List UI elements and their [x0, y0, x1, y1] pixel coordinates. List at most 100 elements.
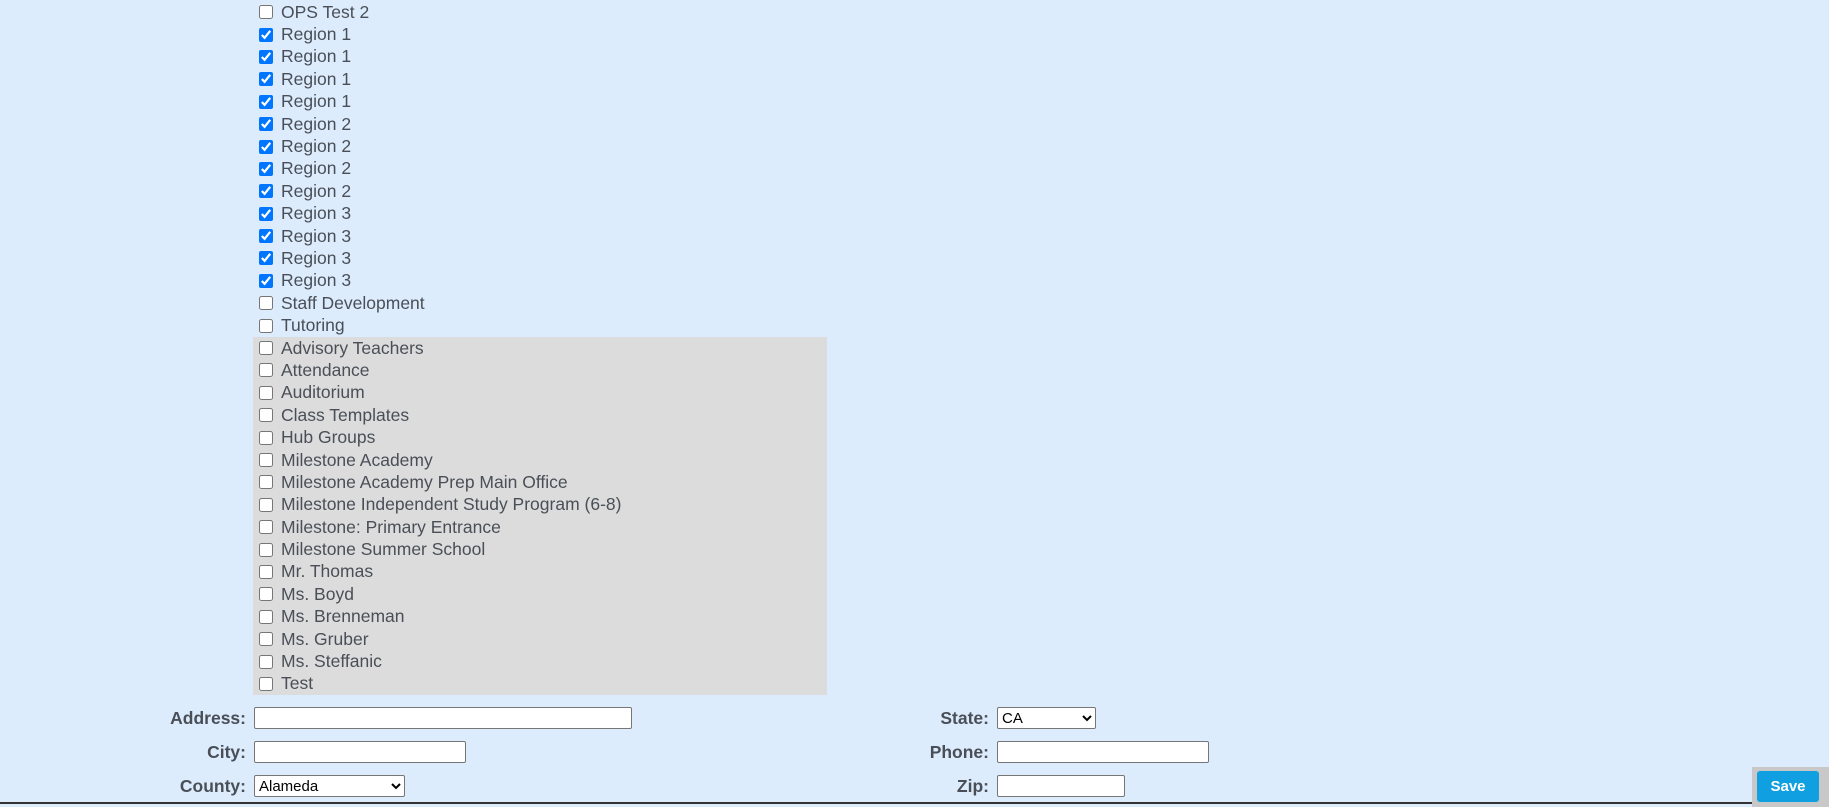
checklist-item[interactable]: Region 3	[253, 270, 827, 292]
county-label: County:	[179, 775, 246, 796]
checklist-item-label: Region 3	[281, 203, 352, 224]
checklist-item-label: Milestone: Primary Entrance	[281, 516, 501, 537]
checklist-checkbox[interactable]	[259, 184, 273, 199]
zip-label: Zip:	[956, 775, 989, 796]
checklist-checkbox[interactable]	[259, 251, 273, 266]
checklist-checkbox[interactable]	[259, 520, 273, 535]
checklist-item-label: Auditorium	[281, 382, 365, 403]
checklist-checkbox[interactable]	[259, 273, 273, 288]
checklist-item[interactable]: Region 3	[253, 203, 827, 225]
checklist-item[interactable]: Ms. Gruber	[253, 627, 827, 651]
checklist-item-label: Milestone Summer School	[281, 539, 486, 560]
checklist-checkbox[interactable]	[259, 497, 273, 512]
checklist-checkbox[interactable]	[259, 5, 273, 20]
checklist-checkbox[interactable]	[259, 161, 273, 176]
checklist-item-label: Milestone Academy	[281, 449, 433, 470]
checklist-item-label: Test	[281, 673, 314, 694]
checklist-item-label: Attendance	[281, 359, 370, 380]
checklist-item-label: Ms. Gruber	[281, 628, 369, 649]
checklist-item-label: Region 1	[281, 24, 352, 45]
phone-input[interactable]	[997, 741, 1209, 763]
address-input[interactable]	[254, 707, 632, 729]
checklist-item-label: Milestone Academy Prep Main Office	[281, 471, 568, 492]
checklist-item-label: Region 2	[281, 136, 352, 157]
checklist-checkbox[interactable]	[259, 430, 273, 445]
checklist-item-label: Class Templates	[281, 404, 410, 425]
checklist-item[interactable]: OPS Test 2	[253, 1, 827, 23]
checklist-item[interactable]: Region 1	[253, 68, 827, 90]
checklist-item[interactable]: Tutoring	[253, 314, 827, 336]
checklist-checkbox[interactable]	[259, 117, 273, 132]
checklist-item-label: Ms. Boyd	[281, 583, 354, 604]
checklist-checkbox[interactable]	[259, 564, 273, 579]
checklist-checkbox[interactable]	[259, 587, 273, 602]
group-checklist: OPS Test 2 Region 1 Region 1 Region 1 Region…	[253, 1, 827, 696]
checklist-item[interactable]: Hub Groups	[253, 426, 827, 449]
checklist-item[interactable]: Ms. Brenneman	[253, 605, 827, 628]
checklist-item-label: Region 2	[281, 158, 352, 179]
checklist-item-label: Region 1	[281, 46, 352, 67]
checklist-item-label: Region 2	[281, 113, 352, 134]
address-label: Address:	[170, 707, 246, 728]
checklist-item[interactable]: Region 1	[253, 91, 827, 113]
checklist-checkbox[interactable]	[259, 475, 273, 490]
city-input[interactable]	[254, 741, 466, 763]
checklist-checkbox[interactable]	[259, 453, 273, 467]
checklist-item[interactable]: Region 2	[253, 135, 827, 157]
checklist-checkbox[interactable]	[259, 206, 273, 221]
checklist-checkbox[interactable]	[259, 363, 273, 378]
checklist-checkbox[interactable]	[259, 676, 273, 691]
phone-row: Phone:	[900, 737, 1209, 767]
checklist-item[interactable]: Region 1	[253, 23, 827, 45]
checklist-item[interactable]: Milestone Summer School	[253, 538, 827, 561]
checklist-item[interactable]: Milestone Independent Study Program (6-8…	[253, 493, 827, 516]
checklist-checkbox[interactable]	[259, 318, 273, 333]
checklist-checkbox[interactable]	[259, 139, 273, 154]
checklist-item[interactable]: Class Templates	[253, 404, 827, 427]
checklist-checkbox[interactable]	[259, 632, 273, 647]
checklist-item[interactable]: Mr. Thomas	[253, 560, 827, 584]
zip-row: Zip:	[900, 771, 1125, 801]
state-select[interactable]: CA	[997, 707, 1096, 729]
city-row: City:	[160, 737, 466, 767]
checklist-item[interactable]: Region 3	[253, 225, 827, 247]
checklist-item[interactable]: Auditorium	[253, 381, 827, 405]
checklist-item[interactable]: Test	[253, 672, 827, 696]
checklist-checkbox[interactable]	[259, 49, 273, 64]
checklist-item[interactable]: Advisory Teachers	[253, 336, 827, 360]
save-button[interactable]: Save	[1757, 771, 1819, 802]
checklist-item-label: OPS Test 2	[281, 1, 370, 22]
checklist-checkbox[interactable]	[259, 72, 273, 87]
checklist-checkbox[interactable]	[259, 609, 273, 624]
checklist-checkbox[interactable]	[259, 542, 273, 557]
state-row: State: CA	[900, 703, 1096, 733]
checklist-item-label: Region 3	[281, 247, 352, 268]
checklist-item-label: Region 2	[281, 180, 352, 201]
checklist-checkbox[interactable]	[259, 94, 273, 109]
checklist-item[interactable]: Region 2	[253, 158, 827, 180]
checklist-checkbox[interactable]	[259, 385, 273, 400]
checklist-item[interactable]: Region 2	[253, 180, 827, 202]
checklist-checkbox[interactable]	[259, 229, 273, 244]
checklist-item[interactable]: Milestone: Primary Entrance	[253, 515, 827, 539]
checklist-item[interactable]: Region 3	[253, 247, 827, 269]
checklist-item-label: Region 3	[281, 225, 352, 246]
address-row: Address:	[160, 703, 632, 733]
checklist-item[interactable]: Region 2	[253, 113, 827, 135]
checklist-item[interactable]: Region 1	[253, 46, 827, 68]
checklist-checkbox[interactable]	[259, 341, 273, 356]
checklist-item-label: Staff Development	[281, 292, 425, 313]
checklist-item[interactable]: Milestone Academy	[253, 448, 827, 472]
checklist-checkbox[interactable]	[259, 296, 273, 311]
checklist-item[interactable]: Staff Development	[253, 292, 827, 314]
checklist-item[interactable]: Ms. Boyd	[253, 583, 827, 606]
checklist-checkbox[interactable]	[259, 654, 273, 669]
checklist-item[interactable]: Ms. Steffanic	[253, 650, 827, 673]
checklist-checkbox[interactable]	[259, 408, 273, 423]
zip-input[interactable]	[997, 775, 1125, 797]
county-select[interactable]: Alameda	[254, 775, 405, 797]
checklist-checkbox[interactable]	[259, 27, 273, 42]
save-button-container: Save	[1752, 767, 1829, 807]
checklist-item[interactable]: Milestone Academy Prep Main Office	[253, 471, 827, 494]
checklist-item[interactable]: Attendance	[253, 359, 827, 382]
